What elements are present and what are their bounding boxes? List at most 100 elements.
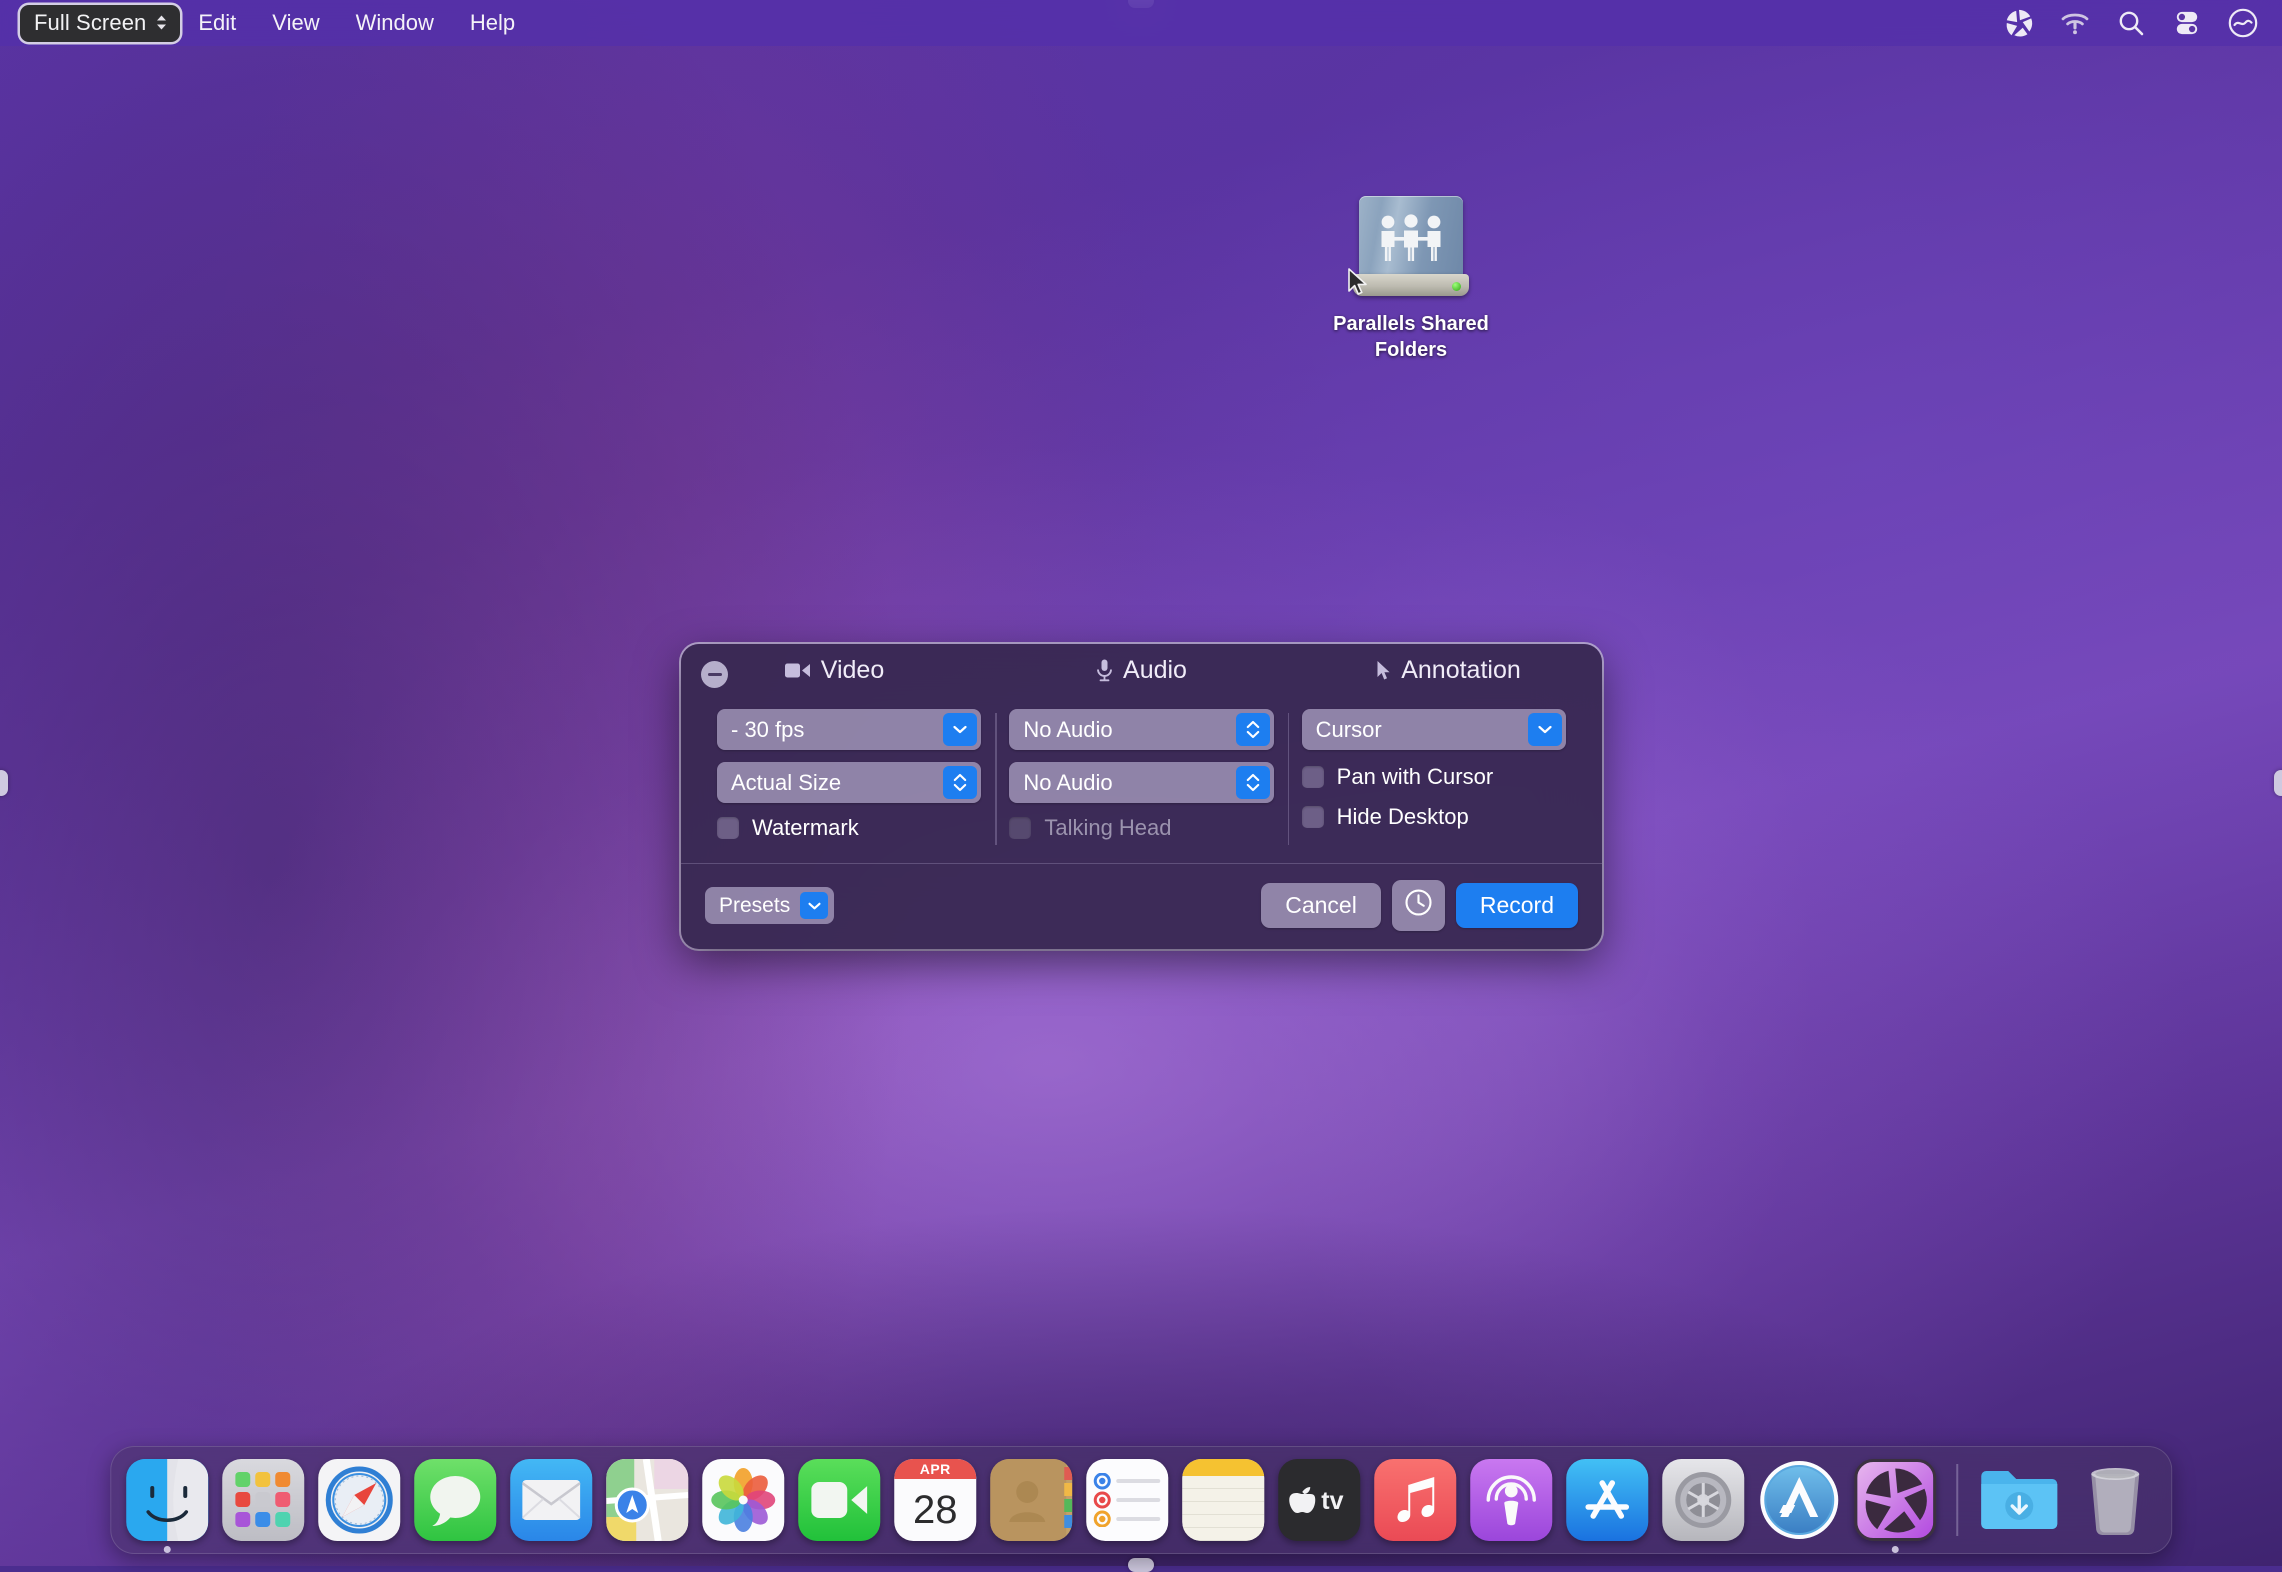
audio-input-select-value: No Audio: [1023, 717, 1112, 743]
menu-bar-left: Full Screen Edit View Window Help: [20, 5, 533, 42]
dock-item-finder[interactable]: [126, 1459, 208, 1541]
menu-bar: Full Screen Edit View Window Help: [0, 0, 2282, 46]
checkbox-box: [717, 817, 739, 839]
talking-head-checkbox-label: Talking Head: [1044, 815, 1171, 841]
screen-recorder-dialog: Video Audio: [681, 644, 1602, 949]
talking-head-checkbox: Talking Head: [1009, 815, 1273, 841]
column-audio: No Audio No Audio: [995, 709, 1287, 841]
audio-input-select[interactable]: No Audio: [1009, 709, 1273, 750]
parallels-icon[interactable]: [2228, 8, 2258, 38]
cursor-select-value: Cursor: [1316, 717, 1382, 743]
timer-button[interactable]: [1392, 880, 1445, 931]
checkbox-box: [1009, 817, 1031, 839]
screenium-shutter-icon[interactable]: [2004, 8, 2034, 38]
framerate-select[interactable]: - 30 fps: [717, 709, 981, 750]
running-indicator: [164, 1546, 171, 1553]
dock-item-facetime[interactable]: [798, 1459, 880, 1541]
dock-item-notes[interactable]: [1182, 1459, 1264, 1541]
dock-item-podcasts[interactable]: [1470, 1459, 1552, 1541]
updown-chevron-icon: [155, 14, 168, 31]
menu-item-help[interactable]: Help: [452, 6, 533, 40]
chevron-updown-icon: [1236, 766, 1270, 799]
calendar-month: APR: [894, 1459, 976, 1479]
watermark-checkbox-label: Watermark: [752, 815, 859, 841]
dock-item-appletv[interactable]: tv: [1278, 1459, 1360, 1541]
microphone-icon: [1096, 659, 1113, 682]
dock-item-music[interactable]: [1374, 1459, 1456, 1541]
spotlight-search-icon[interactable]: [2116, 8, 2146, 38]
pan-with-cursor-checkbox-label: Pan with Cursor: [1337, 764, 1494, 790]
cursor-arrow-icon: [1347, 268, 1369, 301]
checkbox-box: [1302, 766, 1324, 788]
dock-item-screenium[interactable]: [1854, 1459, 1936, 1541]
chevron-updown-icon: [1236, 713, 1270, 746]
dock-item-downloads-folder[interactable]: [1978, 1459, 2060, 1541]
hide-desktop-checkbox[interactable]: Hide Desktop: [1302, 804, 1566, 830]
column-annotation: Cursor Pan with Cursor Hide Desktop: [1288, 709, 1580, 841]
recorder-columns: - 30 fps Actual Size Watermark: [681, 695, 1602, 863]
chevron-down-icon: [800, 892, 828, 919]
dock-item-photos[interactable]: [702, 1459, 784, 1541]
clock-icon: [1404, 888, 1433, 923]
column-title-video: Video: [821, 656, 885, 685]
recorder-footer: Presets Cancel Record: [681, 863, 1602, 949]
size-select-value: Actual Size: [731, 770, 841, 796]
region-handle-left[interactable]: [0, 770, 8, 796]
desktop-icon-parallels-shared-folders[interactable]: Parallels Shared Folders: [1308, 196, 1514, 363]
svg-text:tv: tv: [1321, 1487, 1343, 1515]
dock-item-system-settings[interactable]: [1662, 1459, 1744, 1541]
watermark-checkbox[interactable]: Watermark: [717, 815, 981, 841]
dock-item-mail[interactable]: [510, 1459, 592, 1541]
hide-desktop-checkbox-label: Hide Desktop: [1337, 804, 1469, 830]
dock-item-launchpad[interactable]: [222, 1459, 304, 1541]
wifi-alert-icon[interactable]: [2060, 8, 2090, 38]
dock-item-maps[interactable]: [606, 1459, 688, 1541]
menu-bar-status-area: [2004, 8, 2268, 38]
running-indicator: [1892, 1546, 1899, 1553]
menu-app-label: Full Screen: [34, 10, 146, 36]
dock-item-trash[interactable]: [2074, 1459, 2156, 1541]
dock-item-appstore[interactable]: [1566, 1459, 1648, 1541]
menu-app-full-screen[interactable]: Full Screen: [20, 5, 180, 42]
desktop-icon-label: Parallels Shared Folders: [1308, 312, 1514, 363]
audio-system-select[interactable]: No Audio: [1009, 762, 1273, 803]
dock-item-contacts[interactable]: [990, 1459, 1072, 1541]
presets-button[interactable]: Presets: [705, 887, 834, 924]
chevron-down-icon: [1528, 713, 1562, 746]
dock-item-messages[interactable]: [414, 1459, 496, 1541]
footer-button-group: Cancel Record: [1261, 880, 1578, 931]
dock-item-safari[interactable]: [318, 1459, 400, 1541]
pan-with-cursor-checkbox[interactable]: Pan with Cursor: [1302, 764, 1566, 790]
cursor-select[interactable]: Cursor: [1302, 709, 1566, 750]
dock-item-parallels-desktop[interactable]: [1758, 1459, 1840, 1541]
menu-item-edit[interactable]: Edit: [180, 6, 254, 40]
dock: APR 28: [110, 1446, 2172, 1554]
size-select[interactable]: Actual Size: [717, 762, 981, 803]
column-title-annotation: Annotation: [1401, 656, 1521, 685]
column-headers: Video Audio: [681, 656, 1602, 685]
column-header-annotation: Annotation: [1295, 656, 1602, 685]
cancel-button[interactable]: Cancel: [1261, 883, 1381, 928]
minimize-button[interactable]: [701, 661, 728, 688]
record-button[interactable]: Record: [1456, 883, 1578, 928]
checkbox-box: [1302, 806, 1324, 828]
chevron-updown-icon: [943, 766, 977, 799]
dock-item-reminders[interactable]: [1086, 1459, 1168, 1541]
chevron-down-icon: [943, 713, 977, 746]
column-title-audio: Audio: [1123, 656, 1187, 685]
column-header-audio: Audio: [988, 656, 1295, 685]
menu-item-window[interactable]: Window: [338, 6, 452, 40]
audio-system-select-value: No Audio: [1023, 770, 1112, 796]
video-camera-icon: [785, 662, 811, 679]
region-handle-right[interactable]: [2274, 770, 2282, 796]
framerate-select-value: - 30 fps: [731, 717, 804, 743]
region-handle-bottom[interactable]: [1128, 1558, 1154, 1572]
menu-item-view[interactable]: View: [254, 6, 337, 40]
shared-folder-drive-icon: [1349, 196, 1473, 304]
presets-label: Presets: [719, 894, 790, 918]
control-center-icon[interactable]: [2172, 8, 2202, 38]
recorder-header: Video Audio: [681, 644, 1602, 695]
cursor-arrow-icon: [1376, 660, 1391, 681]
calendar-day: 28: [894, 1479, 976, 1541]
dock-item-calendar[interactable]: APR 28: [894, 1459, 976, 1541]
